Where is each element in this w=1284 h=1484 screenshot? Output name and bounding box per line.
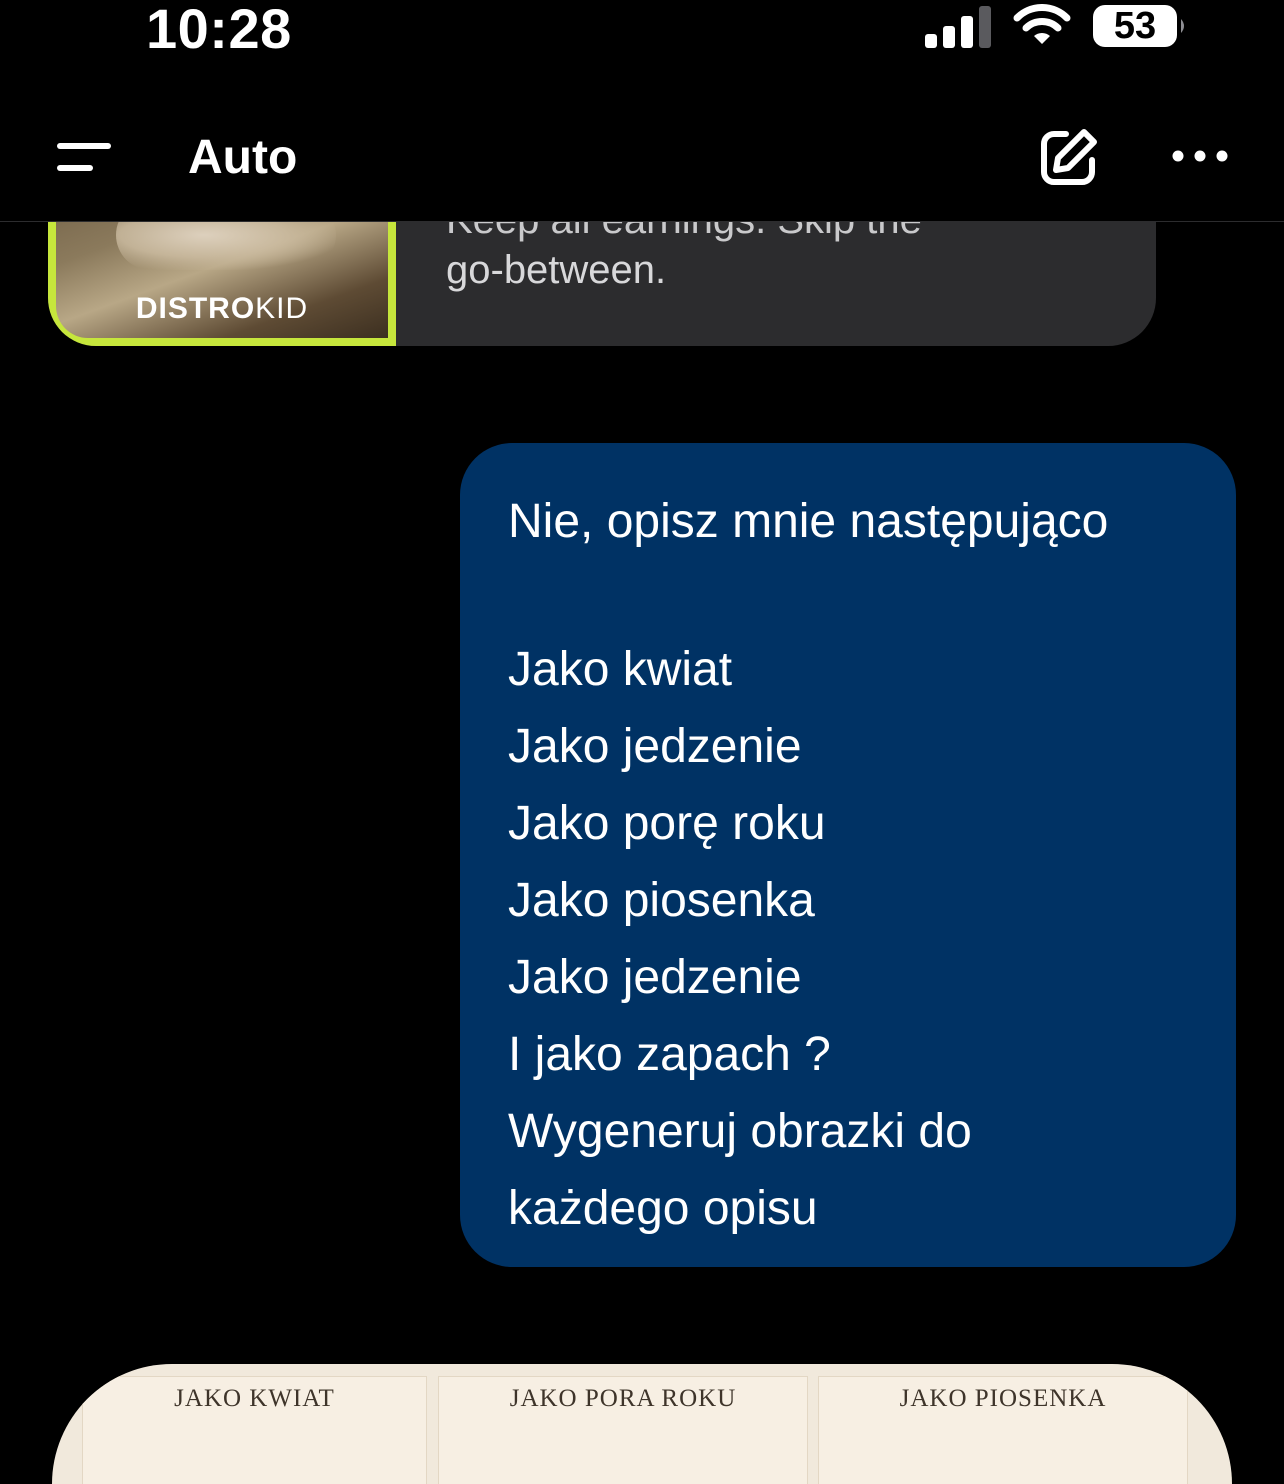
- nav-bar: Auto: [0, 96, 1284, 222]
- message-line: Wygeneruj obrazki do: [508, 1105, 972, 1158]
- ad-brand-logo: DISTROKID: [135, 292, 309, 325]
- image-panel-flower: JAKO KWIAT: [82, 1376, 427, 1484]
- more-options-icon[interactable]: [1170, 142, 1230, 170]
- image-panel-season: JAKO PORA ROKU: [438, 1376, 808, 1484]
- menu-icon[interactable]: [56, 138, 112, 178]
- new-chat-icon[interactable]: [1036, 126, 1100, 190]
- ad-text-line-2: go-between.: [446, 248, 667, 292]
- message-line: Jako porę roku: [508, 797, 826, 850]
- wifi-icon: [1013, 4, 1071, 44]
- message-line: Nie, opisz mnie następująco: [508, 495, 1109, 548]
- battery-level: 53: [1113, 4, 1157, 47]
- user-message-bubble[interactable]: Nie, opisz mnie następująco Jako kwiat J…: [460, 443, 1236, 1267]
- message-line: Jako jedzenie: [508, 951, 802, 1004]
- model-selector[interactable]: Auto: [188, 130, 297, 185]
- cellular-signal-icon: [925, 6, 991, 48]
- status-time: 10:28: [146, 0, 292, 60]
- image-panel-song: JAKO PIOSENKA: [818, 1376, 1188, 1484]
- panel-title: JAKO PIOSENKA: [899, 1385, 1107, 1412]
- message-line: Jako piosenka: [508, 874, 815, 927]
- message-line: I jako zapach ?: [508, 1028, 831, 1081]
- message-line: Jako jedzenie: [508, 720, 802, 773]
- status-bar: 10:28 53: [0, 0, 1284, 70]
- message-line: Jako kwiat: [508, 643, 733, 696]
- panel-title: JAKO PORA ROKU: [509, 1385, 737, 1412]
- message-line: każdego opisu: [508, 1182, 818, 1235]
- generated-image[interactable]: JAKO KWIAT JAKO PORA ROKU JAKO PIOSENKA: [52, 1364, 1232, 1484]
- panel-title: JAKO KWIAT: [174, 1385, 335, 1412]
